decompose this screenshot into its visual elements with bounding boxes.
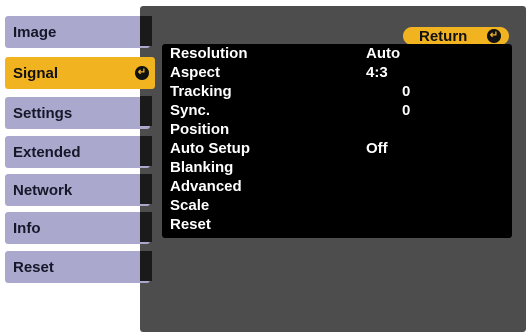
setting-label: Scale	[170, 197, 210, 214]
setting-label: Auto Setup	[170, 140, 250, 157]
sidebar-item-extended[interactable]: Extended	[5, 136, 150, 168]
setting-label: Tracking	[170, 83, 232, 100]
return-button[interactable]: Return ↵	[403, 27, 509, 45]
sidebar-item-image[interactable]: Image	[5, 16, 150, 48]
setting-label: Sync.	[170, 102, 211, 119]
setting-row-position[interactable]: Position	[170, 120, 510, 139]
setting-label: Blanking	[170, 159, 234, 176]
setting-value: 0	[402, 83, 411, 100]
sidebar-item-label: Reset	[13, 258, 54, 276]
setting-label: Aspect	[170, 64, 221, 81]
sidebar-connector	[140, 212, 152, 242]
setting-label: Resolution	[170, 45, 248, 62]
signal-settings-list: Resolution Auto Aspect 4:3 Tracking 0 Sy…	[162, 44, 512, 238]
return-label: Return	[419, 27, 468, 45]
setting-row-aspect[interactable]: Aspect 4:3	[170, 63, 510, 82]
sidebar-item-settings[interactable]: Settings	[5, 97, 150, 129]
sidebar-connector	[140, 251, 152, 281]
sidebar-connector	[140, 174, 152, 204]
sidebar-item-signal[interactable]: Signal ↵	[5, 57, 155, 89]
setting-label: Position	[170, 121, 230, 138]
setting-value: 4:3	[366, 64, 388, 81]
enter-arrow-icon: ↵	[135, 66, 149, 80]
setting-row-blanking[interactable]: Blanking	[170, 158, 510, 177]
sidebar-item-info[interactable]: Info	[5, 212, 150, 244]
setting-row-reset[interactable]: Reset	[170, 215, 510, 234]
setting-row-scale[interactable]: Scale	[170, 196, 510, 215]
sidebar-item-label: Extended	[13, 143, 81, 161]
setting-value: 0	[402, 102, 411, 119]
sidebar-item-label: Network	[13, 181, 73, 199]
setting-row-tracking[interactable]: Tracking 0	[170, 82, 510, 101]
setting-row-auto-setup[interactable]: Auto Setup Off	[170, 139, 510, 158]
sidebar-item-label: Image	[13, 23, 57, 41]
setting-row-advanced[interactable]: Advanced	[170, 177, 510, 196]
setting-row-sync[interactable]: Sync. 0	[170, 101, 510, 120]
setting-label: Advanced	[170, 178, 242, 195]
setting-row-resolution[interactable]: Resolution Auto	[170, 44, 510, 63]
sidebar-item-network[interactable]: Network	[5, 174, 150, 206]
sidebar-item-reset[interactable]: Reset	[5, 251, 150, 283]
sidebar-connector	[140, 16, 152, 46]
setting-label: Reset	[170, 216, 211, 233]
setting-value: Auto	[366, 45, 401, 62]
sidebar-connector	[140, 136, 152, 166]
sidebar-item-label: Signal	[13, 64, 59, 82]
sidebar-connector	[140, 96, 152, 126]
sidebar-item-label: Info	[13, 219, 41, 237]
enter-arrow-icon: ↵	[487, 29, 501, 43]
sidebar-item-label: Settings	[13, 104, 73, 122]
setting-value: Off	[366, 140, 388, 157]
